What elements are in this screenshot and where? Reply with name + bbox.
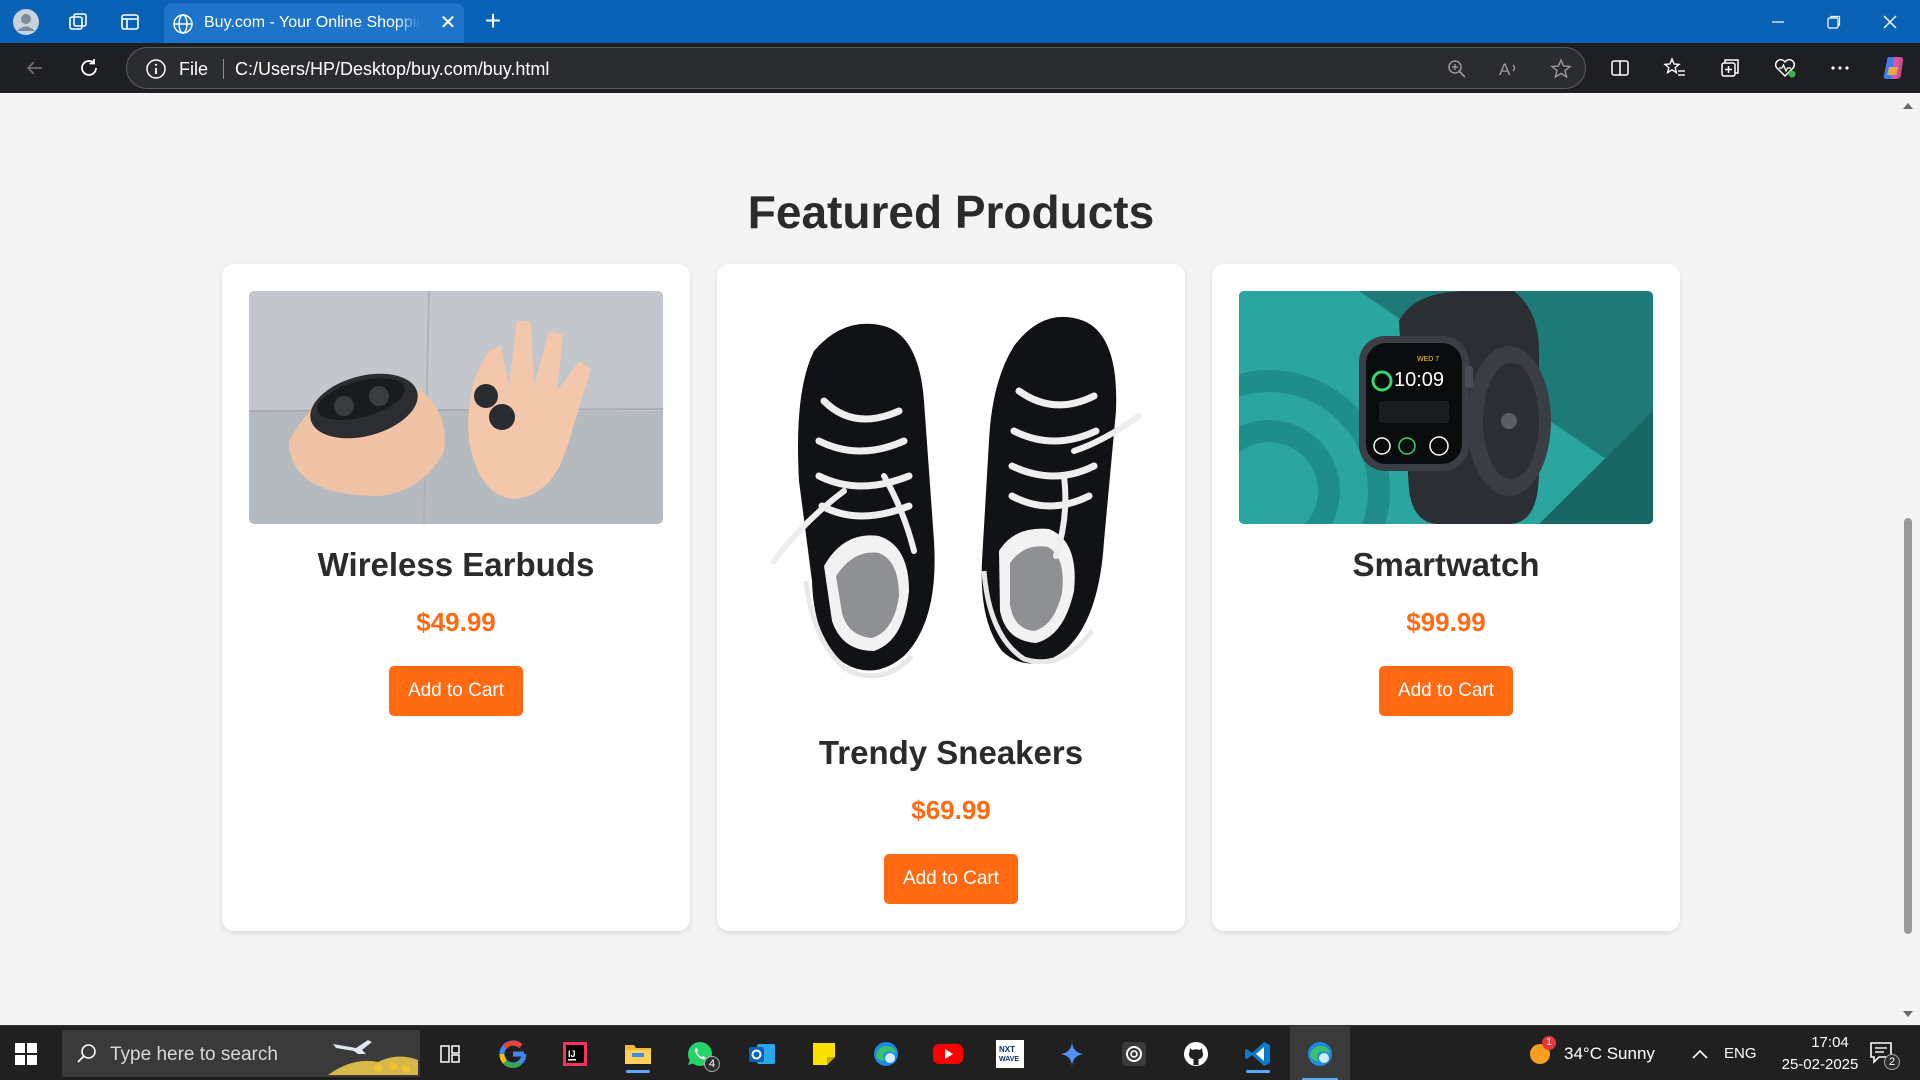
scroll-up-icon[interactable] [1902, 99, 1914, 111]
task-view-icon[interactable] [430, 1034, 470, 1074]
scrollbar-thumb[interactable] [1904, 518, 1912, 934]
taskbar-search-box[interactable]: Type here to search [62, 1030, 420, 1077]
product-price: $99.99 [1406, 607, 1486, 637]
address-url[interactable]: C:/Users/HP/Desktop/buy.com/buy.html [235, 59, 549, 80]
search-highlight-image [328, 1032, 418, 1075]
split-screen-icon[interactable] [1605, 53, 1635, 83]
file-explorer-icon[interactable] [618, 1034, 658, 1074]
notification-count: 2 [1884, 1054, 1900, 1070]
search-placeholder: Type here to search [110, 1044, 278, 1065]
section-heading: Featured Products [747, 186, 1155, 238]
add-to-cart-button[interactable]: Add to Cart [389, 666, 523, 716]
favorite-star-icon[interactable] [1549, 57, 1573, 81]
title-bar: Buy.com - Your Online Shopping Destinati… [0, 0, 1920, 43]
svg-text:IJ: IJ [568, 1049, 576, 1059]
scroll-down-icon[interactable] [1902, 1007, 1914, 1019]
show-hidden-icons-icon[interactable] [1690, 1044, 1710, 1064]
product-card: Wireless Earbuds $49.99 Add to Cart [222, 264, 690, 931]
vscode-icon[interactable] [1238, 1034, 1278, 1074]
github-icon[interactable] [1176, 1034, 1216, 1074]
weather-text[interactable]: 34°C Sunny [1564, 1044, 1655, 1064]
product-price: $69.99 [911, 795, 991, 825]
workspaces-icon[interactable] [64, 8, 92, 36]
search-icon [76, 1042, 98, 1069]
page-viewport: Featured Products Wireless Earbuds $49.9… [6, 93, 1896, 1025]
read-aloud-icon[interactable]: A [1497, 57, 1521, 81]
product-card: Trendy Sneakers $69.99 Add to Cart [717, 264, 1185, 931]
product-price: $49.99 [416, 607, 496, 637]
add-to-cart-button[interactable]: Add to Cart [1379, 666, 1513, 716]
vertical-scrollbar[interactable] [1896, 93, 1920, 1025]
address-bar[interactable]: File C:/Users/HP/Desktop/buy.com/buy.htm… [126, 47, 1586, 89]
svg-text:WED 7: WED 7 [1417, 356, 1439, 363]
add-to-cart-button[interactable]: Add to Cart [884, 854, 1018, 904]
product-name: Wireless Earbuds [317, 546, 595, 583]
edge-icon[interactable] [866, 1034, 906, 1074]
site-info-icon[interactable] [145, 58, 167, 80]
tab-close-icon[interactable]: ✕ [436, 11, 460, 35]
tab-buy-com[interactable]: Buy.com - Your Online Shopping Destinati… [164, 3, 464, 43]
whatsapp-icon[interactable]: 4 [680, 1034, 720, 1074]
tab-title: Buy.com - Your Online Shopping Destinati… [204, 14, 420, 31]
zoom-icon[interactable] [1445, 57, 1469, 81]
vertical-tabs-icon[interactable] [116, 8, 144, 36]
intellij-icon[interactable]: IJ [555, 1034, 595, 1074]
minimize-icon[interactable] [1750, 0, 1806, 43]
browser-essentials-icon[interactable] [1770, 53, 1800, 83]
product-name: Trendy Sneakers [818, 734, 1084, 771]
globe-icon [172, 13, 194, 35]
svg-text:NXT: NXT [999, 1045, 1015, 1054]
favorites-icon[interactable] [1660, 53, 1690, 83]
smartwatch-image[interactable]: 10:09 WED 7 [1239, 291, 1653, 524]
new-tab-button[interactable]: + [478, 6, 508, 36]
svg-text:A: A [1499, 60, 1511, 79]
collections-icon[interactable] [1715, 53, 1745, 83]
weather-badge: 1 [1542, 1036, 1556, 1050]
restore-icon[interactable] [1806, 0, 1862, 43]
address-bar-row: File C:/Users/HP/Desktop/buy.com/buy.htm… [0, 43, 1920, 93]
earbuds-image[interactable] [249, 291, 663, 524]
back-arrow-icon[interactable] [20, 53, 50, 83]
svg-text:WAVE: WAVE [999, 1056, 1019, 1063]
whatsapp-badge: 4 [704, 1056, 720, 1072]
product-card: 10:09 WED 7 Smartwatch $99.99 Add to Car… [1212, 264, 1680, 931]
chatgpt-icon[interactable] [1114, 1034, 1154, 1074]
windows-start-icon[interactable] [12, 1040, 40, 1068]
outlook-icon[interactable] [742, 1034, 782, 1074]
more-options-icon[interactable] [1825, 53, 1855, 83]
product-name: Smartwatch [1352, 546, 1540, 583]
notifications-icon[interactable]: 2 [1868, 1040, 1900, 1070]
copilot-icon[interactable] [1878, 53, 1908, 83]
weather-sun-icon[interactable]: 1 [1528, 1036, 1556, 1066]
edge-active-app[interactable] [1290, 1026, 1350, 1080]
youtube-icon[interactable] [928, 1034, 968, 1074]
clock-time[interactable]: 17:04 [1790, 1034, 1870, 1051]
refresh-icon[interactable] [74, 53, 104, 83]
gemini-icon[interactable] [1052, 1034, 1092, 1074]
nxt-wave-icon[interactable]: NXT WAVE [990, 1034, 1030, 1074]
close-window-icon[interactable] [1862, 0, 1918, 43]
language-indicator[interactable]: ENG [1724, 1045, 1757, 1062]
profile-avatar-icon[interactable] [12, 8, 40, 36]
sticky-notes-icon[interactable] [804, 1034, 844, 1074]
svg-text:10:09: 10:09 [1394, 369, 1444, 391]
address-scheme: File [179, 59, 209, 79]
clock-date[interactable]: 25-02-2025 [1770, 1056, 1870, 1073]
windows-taskbar: Type here to search IJ 4 NXT WAVE 1 34°C… [0, 1025, 1920, 1080]
sneakers-image[interactable] [744, 291, 1158, 711]
google-chrome-icon[interactable] [493, 1034, 533, 1074]
